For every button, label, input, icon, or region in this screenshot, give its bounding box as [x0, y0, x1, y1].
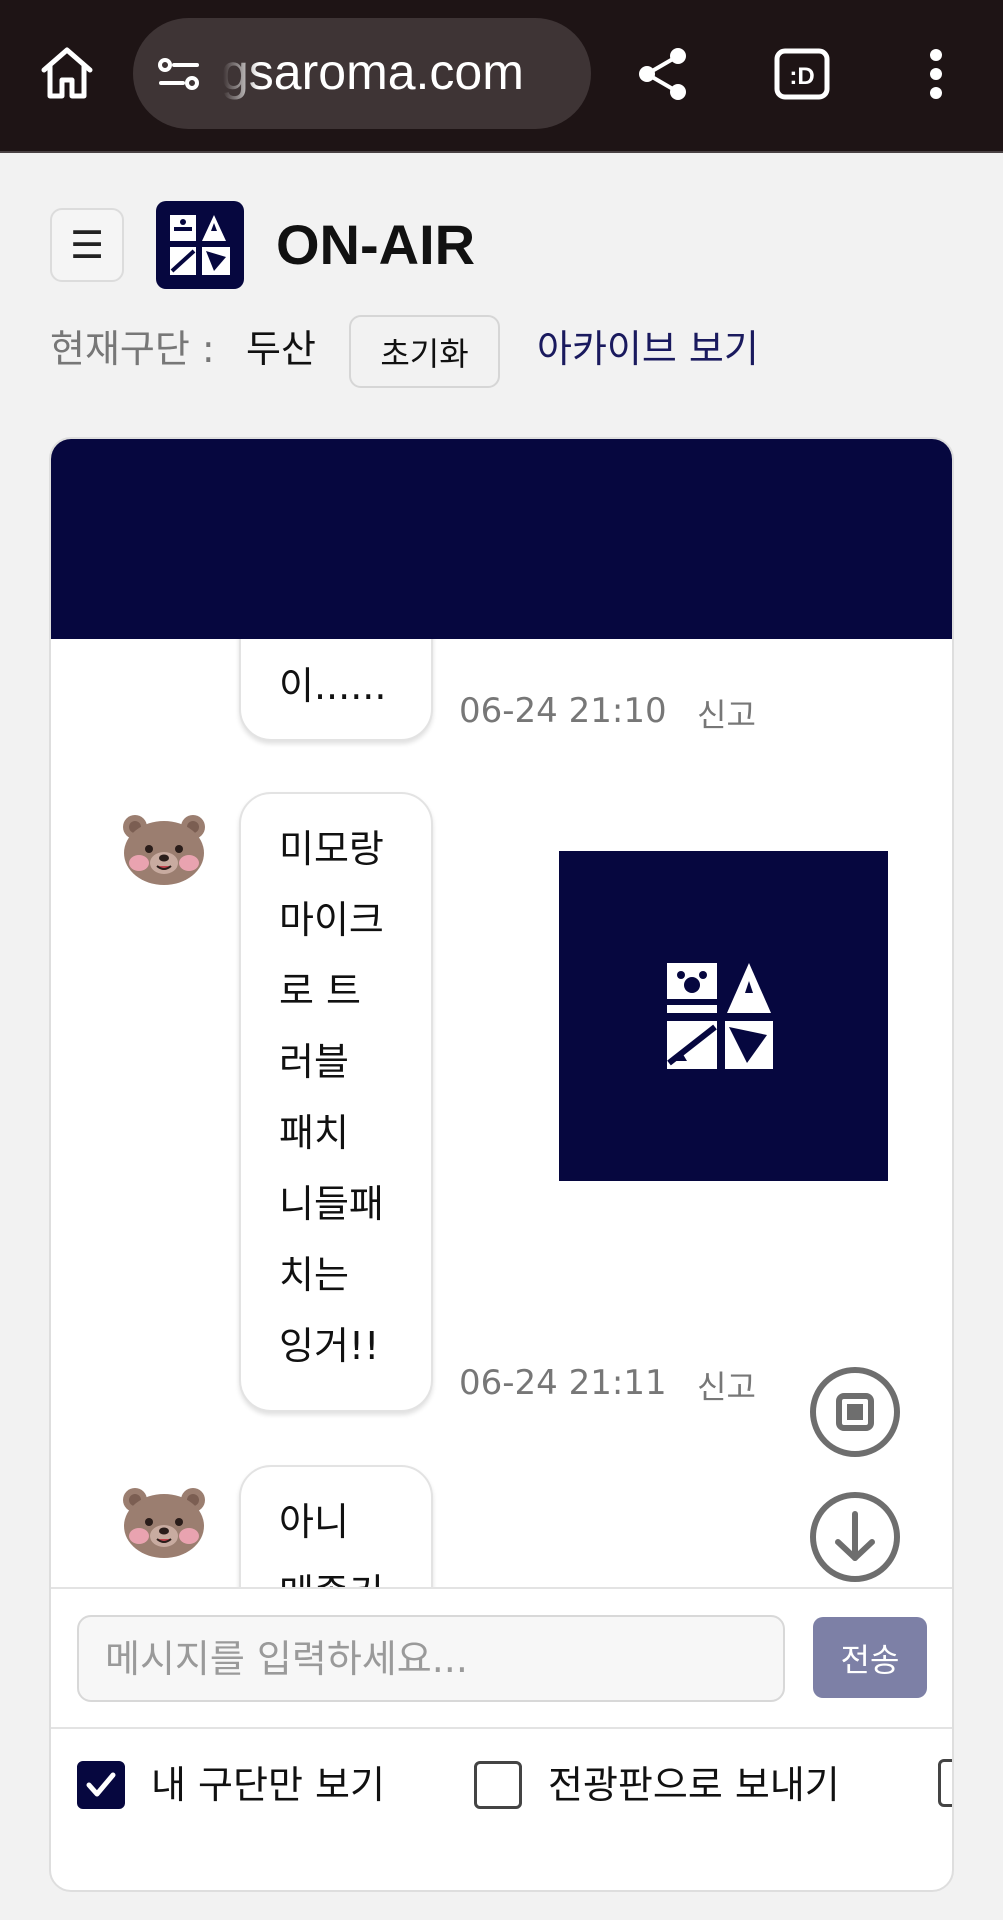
message-time: 06-24 21:10: [459, 691, 667, 731]
more-options-icon[interactable]: [908, 44, 964, 104]
report-link[interactable]: 신고: [697, 693, 756, 737]
message-line: 미모랑: [279, 827, 384, 871]
message-line: 잉거!!: [279, 1324, 380, 1368]
send-button[interactable]: 전송: [813, 1617, 927, 1698]
url-fade: [219, 38, 259, 108]
message-composer: 전송: [51, 1587, 952, 1729]
url-text: gsaroma.com: [221, 44, 524, 100]
message-line: 패치: [279, 1111, 349, 1155]
current-team-label: 현재구단 :: [50, 327, 215, 371]
message-bubble: 이......: [239, 639, 433, 741]
reset-button[interactable]: 초기화: [349, 315, 500, 388]
send-to-scoreboard-checkbox[interactable]: [474, 1761, 522, 1809]
tab-count-badge: :D: [789, 63, 814, 90]
my-team-only-checkbox[interactable]: [77, 1761, 125, 1809]
message-image[interactable]: [559, 851, 888, 1181]
message-line: 마이크: [279, 898, 384, 942]
message-line: 이......: [279, 664, 387, 708]
message-time: 06-24 21:11: [459, 1363, 667, 1403]
chat-panel: 이...... 06-24 21:10 신고 미모랑 마이크 로 트 러블 패치…: [49, 437, 954, 1892]
tab-switcher-button[interactable]: :D: [772, 46, 832, 102]
browser-toolbar: gsaroma.com :D: [0, 0, 1003, 153]
avatar[interactable]: [119, 1484, 209, 1560]
chat-banner: [51, 439, 952, 639]
send-to-scoreboard-label: 전광판으로 보내기: [548, 1763, 840, 1807]
message-line: 아니: [279, 1500, 349, 1544]
message-line: 러블: [279, 1040, 349, 1084]
home-icon[interactable]: [36, 42, 98, 104]
current-team-value: 두산: [246, 327, 316, 371]
message-input[interactable]: [77, 1615, 785, 1702]
message-line: 로 트: [279, 969, 361, 1013]
extra-option-checkbox[interactable]: [938, 1759, 952, 1807]
avatar[interactable]: [119, 811, 209, 887]
site-settings-icon[interactable]: [155, 50, 203, 98]
my-team-only-option[interactable]: 내 구단만 보기: [77, 1759, 385, 1811]
message-line: 니들패: [279, 1182, 384, 1226]
my-team-only-label: 내 구단만 보기: [151, 1763, 385, 1807]
stop-scroll-icon[interactable]: [808, 1365, 902, 1459]
send-to-scoreboard-option[interactable]: 전광판으로 보내기: [474, 1759, 840, 1811]
scroll-down-icon[interactable]: [808, 1490, 902, 1584]
site-logo[interactable]: [156, 201, 244, 289]
page-title: ON-AIR: [276, 213, 476, 276]
message-line: 치는: [279, 1253, 349, 1297]
chat-options: 내 구단만 보기 전광판으로 보내기: [51, 1729, 952, 1890]
report-link[interactable]: 신고: [697, 1365, 756, 1409]
share-icon[interactable]: [633, 44, 693, 104]
menu-button[interactable]: ☰: [50, 208, 124, 282]
extra-option[interactable]: [938, 1759, 952, 1807]
archive-link[interactable]: 아카이브 보기: [537, 323, 759, 375]
message-bubble: 미모랑 마이크 로 트 러블 패치 니들패 치는 잉거!!: [239, 792, 433, 1412]
address-bar[interactable]: gsaroma.com: [133, 18, 591, 129]
